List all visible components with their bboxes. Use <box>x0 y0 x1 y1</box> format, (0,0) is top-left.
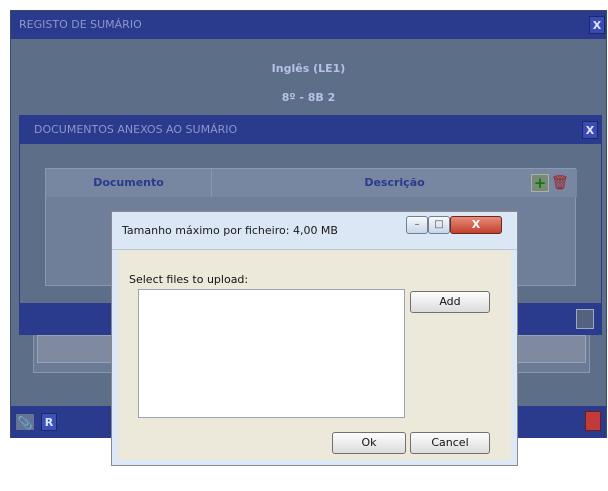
subject-label: Inglês (LE1) <box>271 62 346 75</box>
cancel-button[interactable]: Cancel <box>410 432 490 454</box>
close-window-button[interactable]: X <box>450 216 502 234</box>
minimize-button[interactable]: – <box>406 216 428 234</box>
r-button[interactable]: R <box>41 413 57 431</box>
save-red-icon[interactable] <box>585 411 601 431</box>
upload-window-titlebar: Tamanho máximo por ficheiro: 4,00 MB – □… <box>112 212 517 250</box>
add-icon[interactable]: + <box>531 174 549 192</box>
trash-icon[interactable]: 🗑 <box>551 174 569 192</box>
column-header-document: Documento <box>46 169 212 197</box>
ok-button[interactable]: Ok <box>332 432 406 454</box>
upload-window-title: Tamanho máximo por ficheiro: 4,00 MB <box>122 224 338 237</box>
summary-dialog-title: REGISTO DE SUMÁRIO <box>11 11 606 39</box>
summary-dialog-close-button[interactable]: X <box>589 16 605 34</box>
upload-window: Tamanho máximo por ficheiro: 4,00 MB – □… <box>111 211 518 466</box>
attachments-dialog-close-button[interactable]: X <box>582 121 598 139</box>
file-list-box[interactable] <box>138 289 405 418</box>
save-icon[interactable] <box>576 309 594 329</box>
maximize-button[interactable]: □ <box>428 216 450 234</box>
column-header-description: Descrição <box>212 169 577 197</box>
attachments-dialog-title: DOCUMENTOS ANEXOS AO SUMÁRIO <box>20 116 601 144</box>
select-files-label: Select files to upload: <box>129 273 249 286</box>
class-label: 8º - 8B 2 <box>281 91 336 104</box>
paperclip-icon[interactable]: 📎 <box>15 413 35 431</box>
add-button[interactable]: Add <box>410 291 490 313</box>
